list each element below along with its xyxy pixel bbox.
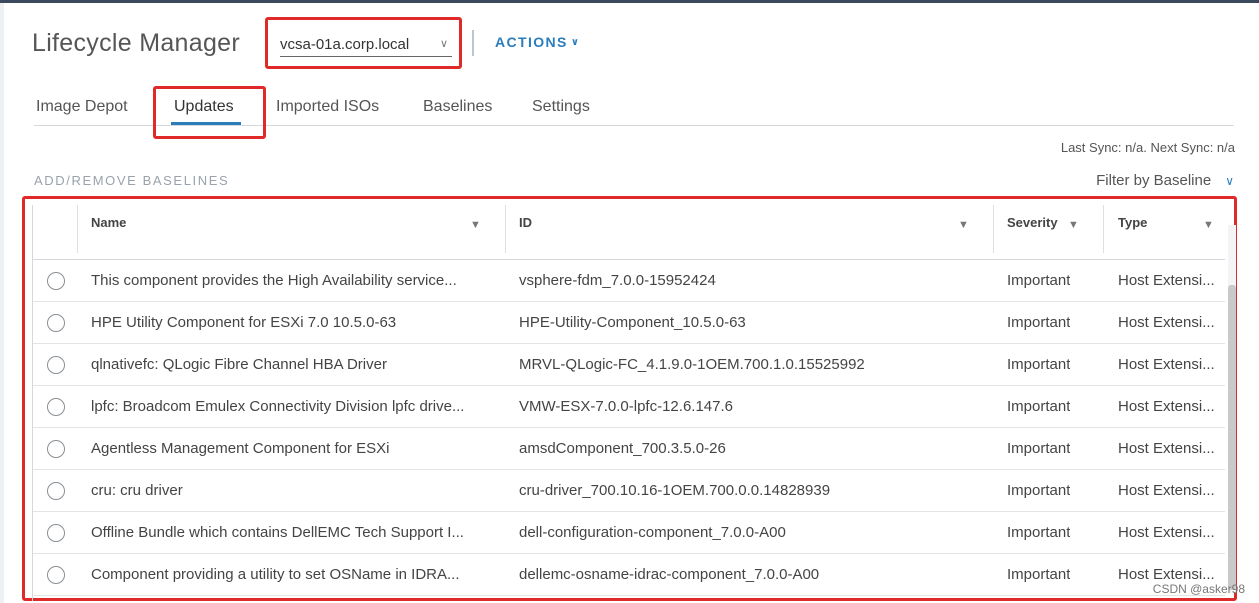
cell-severity: Important bbox=[1007, 524, 1071, 541]
cell-id: dell-configuration-component_7.0.0-A00 bbox=[519, 524, 786, 541]
column-divider bbox=[77, 205, 78, 253]
cell-type: Host Extensi... bbox=[1118, 566, 1215, 583]
cell-id: MRVL-QLogic-FC_4.1.9.0-1OEM.700.1.0.1552… bbox=[519, 356, 865, 373]
cell-name: Component providing a utility to set OSN… bbox=[91, 566, 460, 583]
scrollbar-thumb[interactable] bbox=[1228, 285, 1236, 590]
column-header-name[interactable]: Name bbox=[91, 215, 126, 230]
cell-type: Host Extensi... bbox=[1118, 440, 1215, 457]
cell-type: Host Extensi... bbox=[1118, 482, 1215, 499]
filter-icon[interactable]: ▼ bbox=[958, 219, 969, 231]
tab-baselines[interactable]: Baselines bbox=[423, 98, 492, 116]
cell-severity: Important bbox=[1007, 482, 1071, 499]
cell-severity: Important bbox=[1007, 566, 1071, 583]
cell-severity: Important bbox=[1007, 398, 1071, 415]
cell-severity: Important bbox=[1007, 314, 1071, 331]
cell-severity: Important bbox=[1007, 272, 1071, 289]
column-divider[interactable] bbox=[1103, 205, 1104, 253]
filter-icon[interactable]: ▼ bbox=[470, 219, 481, 231]
cell-type: Host Extensi... bbox=[1118, 524, 1215, 541]
row-radio[interactable] bbox=[47, 524, 65, 542]
column-header-type[interactable]: Type bbox=[1118, 215, 1147, 230]
vcenter-select-label: vcsa-01a.corp.local bbox=[280, 36, 410, 53]
cell-id: vsphere-fdm_7.0.0-15952424 bbox=[519, 272, 716, 289]
sync-status: Last Sync: n/a. Next Sync: n/a bbox=[1060, 140, 1235, 155]
row-radio[interactable] bbox=[47, 314, 65, 332]
tab-imported-isos[interactable]: Imported ISOs bbox=[276, 98, 379, 116]
table-header: Name ▼ ID ▼ Severity ▼ Type ▼ bbox=[33, 205, 1225, 260]
cell-name: This component provides the High Availab… bbox=[91, 272, 457, 289]
column-header-severity[interactable]: Severity bbox=[1007, 215, 1058, 230]
cell-id: amsdComponent_700.3.5.0-26 bbox=[519, 440, 726, 457]
cell-type: Host Extensi... bbox=[1118, 314, 1215, 331]
chevron-down-icon: ∨ bbox=[570, 36, 581, 48]
table-row[interactable]: This component provides the High Availab… bbox=[33, 260, 1225, 302]
table-row[interactable]: Component providing a utility to set OSN… bbox=[33, 554, 1225, 596]
filter-icon[interactable]: ▼ bbox=[1203, 219, 1214, 231]
cell-name: qlnativefc: QLogic Fibre Channel HBA Dri… bbox=[91, 356, 387, 373]
cell-id: HPE-Utility-Component_10.5.0-63 bbox=[519, 314, 746, 331]
header-divider bbox=[472, 30, 474, 56]
cell-name: cru: cru driver bbox=[91, 482, 183, 499]
top-strip bbox=[0, 0, 1259, 3]
filter-label: Filter by Baseline bbox=[1096, 172, 1212, 189]
filter-icon[interactable]: ▼ bbox=[1068, 219, 1079, 231]
table-row[interactable]: qlnativefc: QLogic Fibre Channel HBA Dri… bbox=[33, 344, 1225, 386]
cell-id: dellemc-osname-idrac-component_7.0.0-A00 bbox=[519, 566, 820, 583]
section-title: ADD/REMOVE BASELINES bbox=[34, 173, 230, 188]
chevron-down-icon: ∨ bbox=[439, 38, 448, 50]
filter-baseline-dropdown[interactable]: Filter by Baseline ∨ bbox=[1096, 172, 1234, 189]
column-divider[interactable] bbox=[993, 205, 994, 253]
cell-type: Host Extensi... bbox=[1118, 272, 1215, 289]
tab-settings[interactable]: Settings bbox=[532, 98, 590, 116]
actions-menu[interactable]: ACTIONS ∨ bbox=[495, 34, 580, 50]
actions-label: ACTIONS bbox=[495, 34, 568, 50]
watermark: CSDN @asker98 bbox=[1152, 582, 1245, 596]
cell-id: VMW-ESX-7.0.0-lpfc-12.6.147.6 bbox=[519, 398, 733, 415]
row-radio[interactable] bbox=[47, 272, 65, 290]
row-radio[interactable] bbox=[47, 398, 65, 416]
column-header-id[interactable]: ID bbox=[519, 215, 532, 230]
chevron-down-icon: ∨ bbox=[1225, 173, 1234, 188]
page-title: Lifecycle Manager bbox=[32, 28, 240, 57]
table-scrollbar[interactable] bbox=[1228, 225, 1236, 593]
cell-severity: Important bbox=[1007, 356, 1071, 373]
tab-image-depot[interactable]: Image Depot bbox=[36, 98, 128, 116]
updates-table: Name ▼ ID ▼ Severity ▼ Type ▼ This compo… bbox=[32, 205, 1225, 601]
cell-name: HPE Utility Component for ESXi 7.0 10.5.… bbox=[91, 314, 397, 331]
table-row[interactable]: HPE Utility Component for ESXi 7.0 10.5.… bbox=[33, 302, 1225, 344]
table-row[interactable]: Agentless Management Component for ESXi … bbox=[33, 428, 1225, 470]
page-header: Lifecycle Manager bbox=[32, 20, 240, 66]
cell-name: Offline Bundle which contains DellEMC Te… bbox=[91, 524, 464, 541]
table-row[interactable]: cru: cru driver cru-driver_700.10.16-1OE… bbox=[33, 470, 1225, 512]
column-divider[interactable] bbox=[505, 205, 506, 253]
row-radio[interactable] bbox=[47, 440, 65, 458]
row-radio[interactable] bbox=[47, 566, 65, 584]
cell-type: Host Extensi... bbox=[1118, 356, 1215, 373]
left-edge bbox=[0, 3, 4, 603]
vcenter-select[interactable]: vcsa-01a.corp.local ∨ bbox=[280, 33, 452, 57]
cell-name: Agentless Management Component for ESXi bbox=[91, 440, 390, 457]
row-radio[interactable] bbox=[47, 356, 65, 374]
cell-name: lpfc: Broadcom Emulex Connectivity Divis… bbox=[91, 398, 465, 415]
cell-type: Host Extensi... bbox=[1118, 398, 1215, 415]
highlight-box-updates-tab bbox=[153, 86, 266, 139]
table-row[interactable]: lpfc: Broadcom Emulex Connectivity Divis… bbox=[33, 386, 1225, 428]
table-row[interactable]: Offline Bundle which contains DellEMC Te… bbox=[33, 512, 1225, 554]
row-radio[interactable] bbox=[47, 482, 65, 500]
cell-severity: Important bbox=[1007, 440, 1071, 457]
cell-id: cru-driver_700.10.16-1OEM.700.0.0.148289… bbox=[519, 482, 831, 499]
